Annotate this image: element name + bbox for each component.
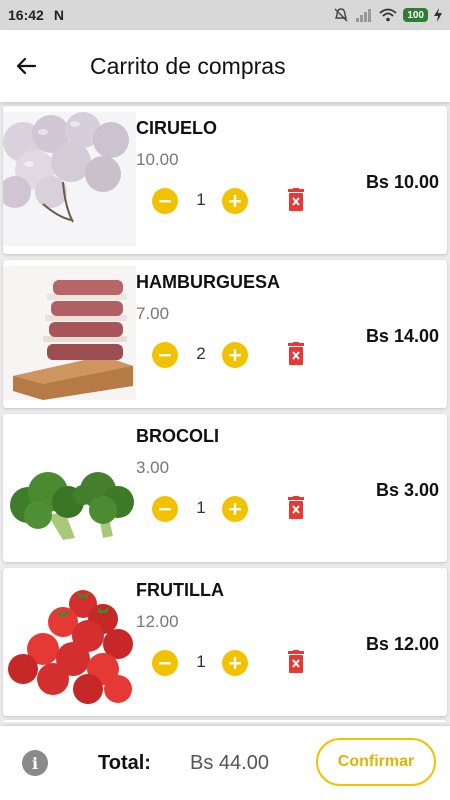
item-total: Bs 14.00 [365, 326, 439, 346]
cart-item-partial [3, 720, 447, 722]
minus-icon [159, 354, 171, 357]
plus-icon [229, 503, 241, 515]
app-bar: Carrito de compras [0, 30, 450, 102]
page-title: Carrito de compras [90, 52, 286, 79]
total-label: Total: [98, 752, 151, 774]
status-bar: 16:42 N 100 [0, 0, 450, 30]
decrease-quantity-button[interactable] [152, 650, 178, 676]
delete-icon[interactable] [287, 650, 305, 674]
product-image-strawberries [3, 574, 136, 708]
cart-item-ciruelo: CIRUELO 10.00 Bs 10.00 1 [3, 106, 447, 254]
quantity-value: 2 [196, 344, 206, 363]
increase-quantity-button[interactable] [222, 496, 248, 522]
product-image-cherries [3, 112, 136, 246]
cart-item-hamburguesa: HAMBURGUESA 7.00 Bs 14.00 2 [3, 260, 447, 408]
product-image-broccoli [3, 420, 136, 554]
minus-icon [159, 508, 171, 511]
product-price: 10.00 [136, 150, 179, 169]
arrow-left-icon [16, 57, 37, 75]
increase-quantity-button[interactable] [222, 650, 248, 676]
decrease-quantity-button[interactable] [152, 496, 178, 522]
item-total: Bs 10.00 [365, 172, 439, 192]
confirm-button[interactable]: Confirmar [316, 738, 436, 786]
status-right: 100 [333, 7, 442, 23]
plus-icon [229, 657, 241, 669]
delete-icon[interactable] [287, 342, 305, 366]
quantity-value: 1 [196, 652, 206, 671]
increase-quantity-button[interactable] [222, 342, 248, 368]
info-icon[interactable]: i [22, 750, 48, 776]
quantity-value: 1 [196, 498, 206, 517]
signal-icon [356, 9, 372, 22]
product-name: FRUTILLA [136, 580, 224, 600]
product-name: BROCOLI [136, 426, 219, 446]
mute-icon [334, 8, 348, 22]
product-name: HAMBURGUESA [136, 272, 280, 292]
product-price: 12.00 [136, 612, 179, 631]
decrease-quantity-button[interactable] [152, 342, 178, 368]
product-name: CIRUELO [136, 118, 217, 138]
item-total: Bs 3.00 [375, 480, 439, 500]
decrease-quantity-button[interactable] [152, 188, 178, 214]
battery-icon: 100 [403, 8, 428, 22]
plus-icon [229, 349, 241, 361]
total-value: Bs 44.00 [190, 752, 269, 774]
checkout-bar: i Total: Bs 44.00 Confirmar [0, 726, 450, 800]
minus-icon [159, 662, 171, 665]
cart-list[interactable]: CIRUELO 10.00 Bs 10.00 1 HAMBURGUESA 7.0… [0, 102, 450, 722]
status-time: 16:42 [8, 7, 44, 23]
cart-item-frutilla: FRUTILLA 12.00 Bs 12.00 1 [3, 568, 447, 716]
wifi-icon [379, 8, 397, 22]
quantity-value: 1 [196, 190, 206, 209]
product-price: 7.00 [136, 304, 170, 323]
product-image-burger-patties [3, 266, 136, 400]
minus-icon [159, 200, 171, 203]
plus-icon [229, 195, 241, 207]
delete-icon[interactable] [287, 188, 305, 212]
notification-n-icon: N [53, 7, 64, 23]
item-total: Bs 12.00 [365, 634, 439, 654]
delete-icon[interactable] [287, 496, 305, 520]
increase-quantity-button[interactable] [222, 188, 248, 214]
product-price: 3.00 [136, 458, 170, 477]
back-button[interactable] [0, 40, 52, 92]
charging-icon [434, 8, 442, 22]
cart-item-brocoli: BROCOLI 3.00 Bs 3.00 1 [3, 414, 447, 562]
